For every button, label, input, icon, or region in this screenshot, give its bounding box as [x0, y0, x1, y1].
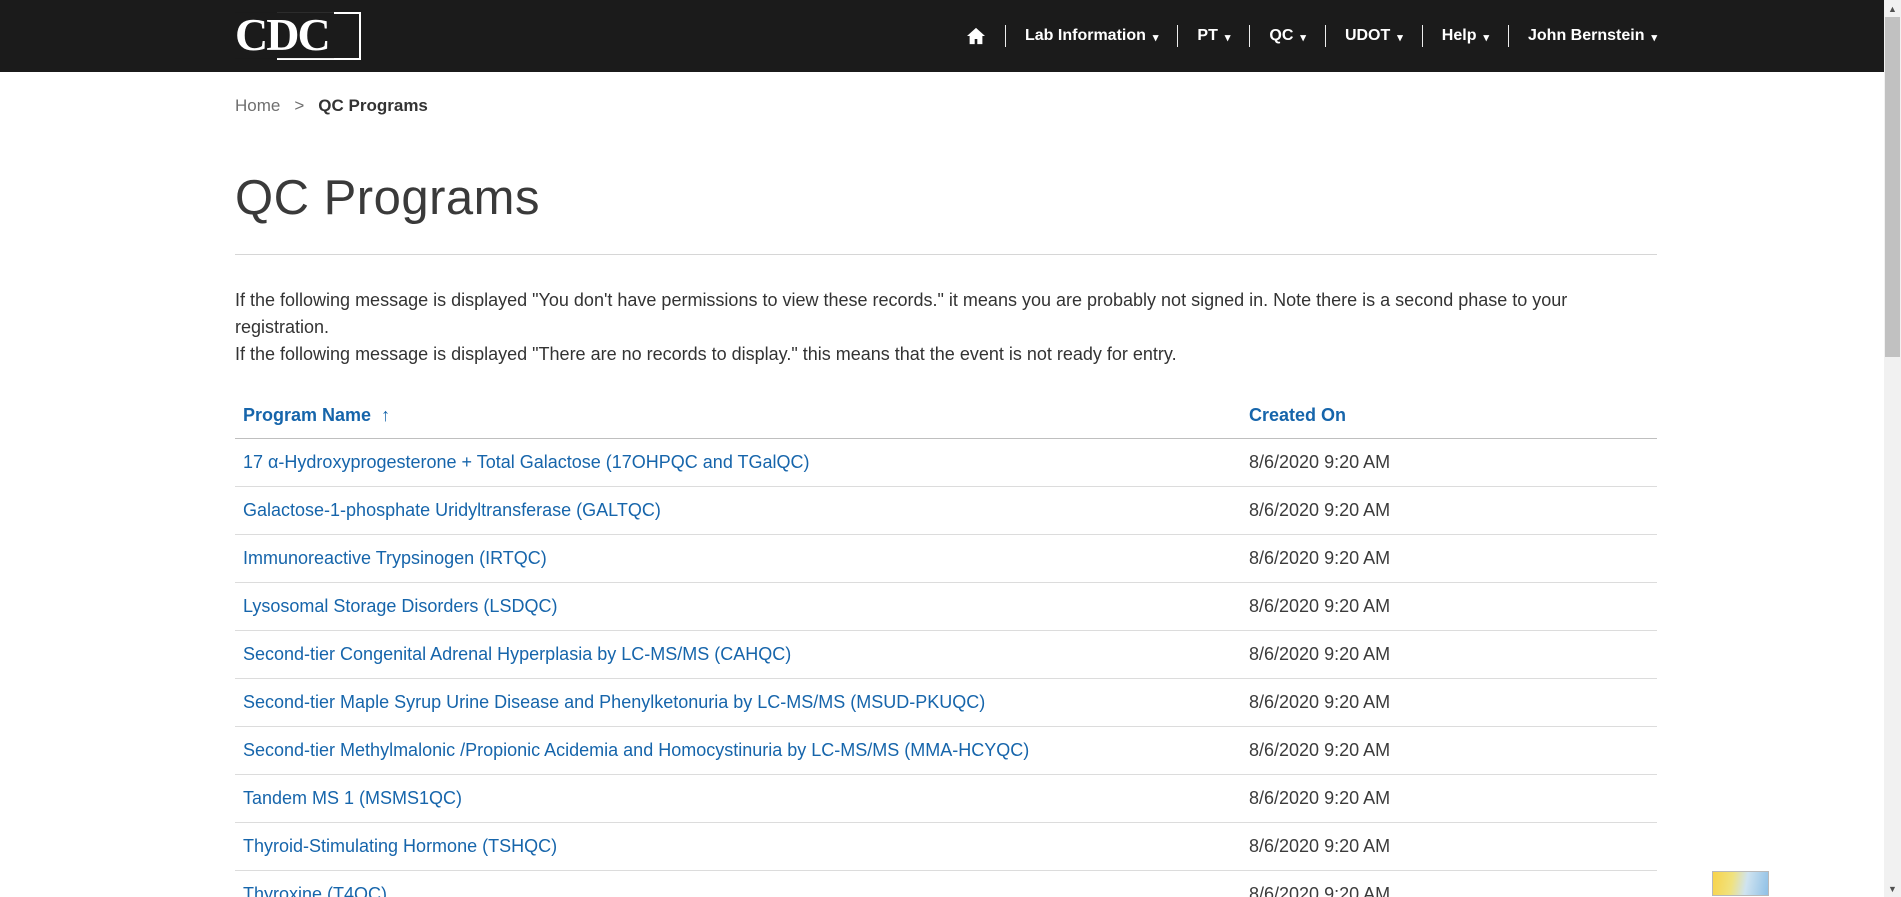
- program-link[interactable]: 17 α-Hydroxyprogesterone + Total Galacto…: [243, 452, 810, 472]
- program-link[interactable]: Galactose-1-phosphate Uridyltransferase …: [243, 500, 661, 520]
- page-content: Home > QC Programs QC Programs If the fo…: [235, 96, 1657, 897]
- nav-label-help: Help: [1442, 27, 1477, 45]
- nav-item-udot[interactable]: UDOT ▾: [1326, 0, 1422, 72]
- nav-label-lab-information: Lab Information: [1025, 27, 1146, 45]
- program-name-cell: Immunoreactive Trypsinogen (IRTQC): [243, 548, 1249, 569]
- table-header-row: Program Name ↑ Created On: [235, 392, 1657, 439]
- breadcrumb: Home > QC Programs: [235, 96, 1657, 116]
- nav-item-pt[interactable]: PT ▾: [1178, 0, 1249, 72]
- program-name-cell: Lysosomal Storage Disorders (LSDQC): [243, 596, 1249, 617]
- created-on-value: 8/6/2020 9:20 AM: [1249, 500, 1657, 521]
- nav-user-menu[interactable]: John Bernstein ▾: [1509, 0, 1657, 72]
- chevron-down-icon: ▾: [1300, 31, 1306, 44]
- home-icon: [966, 27, 986, 45]
- scrollbar-up-arrow-icon[interactable]: ▲: [1884, 0, 1901, 17]
- nav-item-help[interactable]: Help ▾: [1423, 0, 1508, 72]
- vertical-scrollbar[interactable]: ▲ ▼: [1884, 0, 1901, 897]
- table-row: Immunoreactive Trypsinogen (IRTQC) 8/6/2…: [235, 535, 1657, 583]
- program-link[interactable]: Second-tier Methylmalonic /Propionic Aci…: [243, 740, 1029, 760]
- column-header-created-on[interactable]: Created On: [1249, 405, 1657, 426]
- program-link[interactable]: Lysosomal Storage Disorders (LSDQC): [243, 596, 557, 616]
- table-row: Second-tier Maple Syrup Urine Disease an…: [235, 679, 1657, 727]
- nav-item-lab-information[interactable]: Lab Information ▾: [1006, 0, 1177, 72]
- program-name-cell: Second-tier Congenital Adrenal Hyperplas…: [243, 644, 1249, 665]
- top-navbar: CDC Lab Information ▾ PT ▾: [0, 0, 1884, 72]
- created-on-value: 8/6/2020 9:20 AM: [1249, 548, 1657, 569]
- created-on-value: 8/6/2020 9:20 AM: [1249, 596, 1657, 617]
- corner-thumbnail-artifact: [1712, 871, 1769, 896]
- nav-label-qc: QC: [1269, 27, 1293, 45]
- sort-ascending-icon: ↑: [381, 405, 390, 426]
- created-on-value: 8/6/2020 9:20 AM: [1249, 644, 1657, 665]
- qc-programs-table: Program Name ↑ Created On 17 α-Hydroxypr…: [235, 392, 1657, 897]
- nav-label-pt: PT: [1197, 27, 1217, 45]
- intro-text: If the following message is displayed "Y…: [235, 287, 1657, 368]
- program-name-header-label: Program Name: [243, 405, 371, 426]
- scrollbar-down-arrow-icon[interactable]: ▼: [1884, 880, 1901, 897]
- created-on-value: 8/6/2020 9:20 AM: [1249, 788, 1657, 809]
- program-name-cell: Second-tier Methylmalonic /Propionic Aci…: [243, 740, 1249, 761]
- chevron-down-icon: ▾: [1225, 31, 1231, 44]
- program-link[interactable]: Second-tier Maple Syrup Urine Disease an…: [243, 692, 985, 712]
- cdc-logo-text: CDC: [235, 12, 334, 58]
- scrollbar-thumb[interactable]: [1885, 17, 1900, 357]
- table-row: Second-tier Methylmalonic /Propionic Aci…: [235, 727, 1657, 775]
- created-on-value: 8/6/2020 9:20 AM: [1249, 884, 1657, 897]
- program-link[interactable]: Thyroid-Stimulating Hormone (TSHQC): [243, 836, 557, 856]
- created-on-value: 8/6/2020 9:20 AM: [1249, 836, 1657, 857]
- program-name-cell: Second-tier Maple Syrup Urine Disease an…: [243, 692, 1249, 713]
- chevron-down-icon: ▾: [1483, 31, 1489, 44]
- column-header-program-name[interactable]: Program Name ↑: [243, 405, 1249, 426]
- chevron-down-icon: ▾: [1397, 31, 1403, 44]
- table-row: Lysosomal Storage Disorders (LSDQC) 8/6/…: [235, 583, 1657, 631]
- main-nav: Lab Information ▾ PT ▾ QC ▾ UDOT ▾: [947, 0, 1657, 72]
- breadcrumb-home-link[interactable]: Home: [235, 96, 280, 116]
- nav-item-qc[interactable]: QC ▾: [1250, 0, 1325, 72]
- created-on-value: 8/6/2020 9:20 AM: [1249, 452, 1657, 473]
- table-row: Galactose-1-phosphate Uridyltransferase …: [235, 487, 1657, 535]
- navbar-inner: CDC Lab Information ▾ PT ▾: [235, 0, 1657, 72]
- program-name-cell: Thyroxine (T4QC): [243, 884, 1249, 897]
- column-header-program-name-cell: Program Name ↑: [243, 405, 1249, 426]
- program-link[interactable]: Tandem MS 1 (MSMS1QC): [243, 788, 462, 808]
- table-row: 17 α-Hydroxyprogesterone + Total Galacto…: [235, 439, 1657, 487]
- program-link[interactable]: Thyroxine (T4QC): [243, 884, 387, 897]
- intro-line-2: If the following message is displayed "T…: [235, 341, 1657, 368]
- table-row: Tandem MS 1 (MSMS1QC) 8/6/2020 9:20 AM: [235, 775, 1657, 823]
- chevron-down-icon: ▾: [1651, 31, 1657, 44]
- created-on-value: 8/6/2020 9:20 AM: [1249, 692, 1657, 713]
- nav-home-button[interactable]: [947, 0, 1005, 72]
- table-body: 17 α-Hydroxyprogesterone + Total Galacto…: [235, 439, 1657, 897]
- program-name-cell: 17 α-Hydroxyprogesterone + Total Galacto…: [243, 452, 1249, 473]
- breadcrumb-current: QC Programs: [318, 96, 428, 116]
- program-link[interactable]: Immunoreactive Trypsinogen (IRTQC): [243, 548, 547, 568]
- nav-label-udot: UDOT: [1345, 27, 1390, 45]
- program-name-cell: Galactose-1-phosphate Uridyltransferase …: [243, 500, 1249, 521]
- chevron-down-icon: ▾: [1153, 31, 1159, 44]
- program-name-cell: Thyroid-Stimulating Hormone (TSHQC): [243, 836, 1249, 857]
- title-divider: [235, 254, 1657, 255]
- table-row: Second-tier Congenital Adrenal Hyperplas…: [235, 631, 1657, 679]
- page-title: QC Programs: [235, 170, 1657, 226]
- table-row: Thyroid-Stimulating Hormone (TSHQC) 8/6/…: [235, 823, 1657, 871]
- created-on-value: 8/6/2020 9:20 AM: [1249, 740, 1657, 761]
- nav-label-user: John Bernstein: [1528, 27, 1644, 45]
- browser-viewport: CDC Lab Information ▾ PT ▾: [0, 0, 1884, 897]
- intro-line-1: If the following message is displayed "Y…: [235, 287, 1657, 341]
- table-row: Thyroxine (T4QC) 8/6/2020 9:20 AM: [235, 871, 1657, 897]
- breadcrumb-separator: >: [294, 96, 304, 116]
- cdc-logo[interactable]: CDC: [235, 0, 363, 72]
- program-name-cell: Tandem MS 1 (MSMS1QC): [243, 788, 1249, 809]
- program-link[interactable]: Second-tier Congenital Adrenal Hyperplas…: [243, 644, 791, 664]
